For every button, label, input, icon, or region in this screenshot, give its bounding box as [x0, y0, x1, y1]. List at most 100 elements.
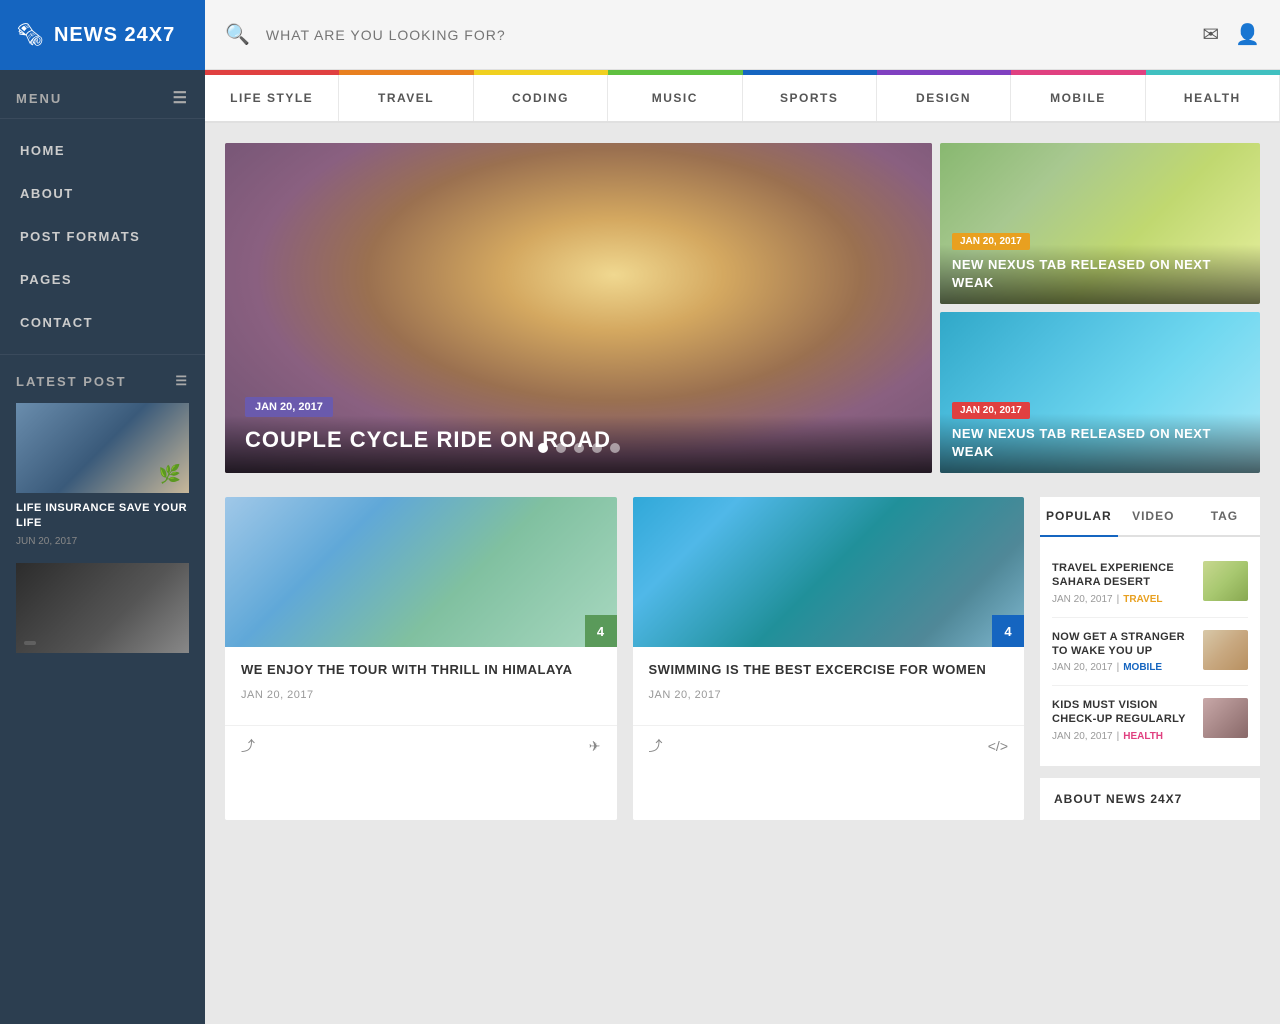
- widget-post-title-1: TRAVEL EXPERIENCE SAHARA DESERT: [1052, 561, 1193, 590]
- code-icon-2[interactable]: </>: [988, 738, 1008, 754]
- search-input[interactable]: [266, 27, 1186, 43]
- hero-overlay: JAN 20, 2017 COUPLE CYCLE RIDE ON ROAD: [225, 377, 932, 473]
- sidebar-post-title-1: LIFE INSURANCE SAVE YOUR LIFE: [16, 501, 189, 532]
- articles-list: 4 WE ENJOY THE TOUR WITH THRILL IN HIMAL…: [225, 497, 1024, 820]
- sidebar-post-item-2[interactable]: [16, 563, 189, 653]
- sidebar-header: 🗞 NEWS 24X7: [0, 0, 205, 70]
- mail-icon[interactable]: ✉: [1202, 22, 1219, 47]
- article-thumb-1: 4: [225, 497, 617, 647]
- separator-3: |: [1117, 731, 1120, 742]
- sidebar-item-pages[interactable]: PAGES: [0, 258, 205, 301]
- separator-1: |: [1117, 594, 1120, 605]
- hero-side-title-1: NEW NEXUS TAB RELEASED ON NEXT WEAK: [952, 256, 1248, 292]
- sidebar-item-about[interactable]: ABOUT: [0, 172, 205, 215]
- share-icon-1[interactable]: ⤴: [241, 736, 255, 756]
- hero-dot-3[interactable]: [574, 443, 584, 453]
- widget-post-tag-2: MOBILE: [1123, 662, 1162, 673]
- tab-lifestyle[interactable]: LIFE STYLE: [205, 75, 339, 121]
- article-footer-2: ⤴ </>: [633, 725, 1025, 766]
- tab-sports[interactable]: SPORTS: [743, 75, 877, 121]
- search-icon: 🔍: [225, 22, 250, 47]
- newspaper-icon: 🗞: [16, 22, 44, 48]
- widget-post-title-2: NOW GET A STRANGER TO WAKE YOU UP: [1052, 630, 1193, 659]
- sidebar-latest-section: LATEST POST ☰ 🌿 LIFE INSURANCE SAVE YOUR…: [0, 355, 205, 679]
- tab-health[interactable]: HEALTH: [1146, 75, 1280, 121]
- widget-thumb-img-3: [1203, 698, 1248, 738]
- bookmark-icon-1[interactable]: ✈: [589, 738, 601, 755]
- article-card-2: 4 SWIMMING IS THE BEST EXCERCISE FOR WOM…: [633, 497, 1025, 820]
- sidebar-post-thumb-2: [16, 563, 189, 653]
- hero-date-badge: JAN 20, 2017: [245, 397, 333, 417]
- hero-side-card-2[interactable]: JAN 20, 2017 NEW NEXUS TAB RELEASED ON N…: [940, 312, 1260, 473]
- share-icon-2[interactable]: ⤴: [649, 736, 663, 756]
- sidebar-post-date-1: JUN 20, 2017: [16, 536, 189, 547]
- widget-post-date-1: JAN 20, 2017: [1052, 594, 1113, 605]
- widget-post-2[interactable]: NOW GET A STRANGER TO WAKE YOU UP JAN 20…: [1052, 618, 1248, 687]
- widget-tab-video[interactable]: VIDEO: [1118, 497, 1189, 537]
- tab-travel[interactable]: TRAVEL: [339, 75, 473, 121]
- tab-music[interactable]: MUSIC: [608, 75, 742, 121]
- sidebar-post-item-1[interactable]: 🌿 LIFE INSURANCE SAVE YOUR LIFE JUN 20, …: [16, 403, 189, 547]
- widget-content: TRAVEL EXPERIENCE SAHARA DESERT JAN 20, …: [1040, 537, 1260, 766]
- hero-main-slide[interactable]: JAN 20, 2017 COUPLE CYCLE RIDE ON ROAD: [225, 143, 932, 473]
- hero-dot-5[interactable]: [610, 443, 620, 453]
- nav-tabs: LIFE STYLE TRAVEL CODING MUSIC SPORTS DE…: [205, 75, 1280, 123]
- content-area: JAN 20, 2017 COUPLE CYCLE RIDE ON ROAD J…: [205, 123, 1280, 1024]
- article-card-1: 4 WE ENJOY THE TOUR WITH THRILL IN HIMAL…: [225, 497, 617, 820]
- sidebar-item-post-formats[interactable]: POST FORMATS: [0, 215, 205, 258]
- article-title-1: WE ENJOY THE TOUR WITH THRILL IN HIMALAY…: [241, 661, 601, 679]
- user-icon[interactable]: 👤: [1235, 22, 1260, 47]
- hero-side-card-1-overlay: JAN 20, 2017 NEW NEXUS TAB RELEASED ON N…: [940, 219, 1260, 304]
- sidebar-menu-section: MENU ☰: [0, 70, 205, 119]
- header: 🔍 ✉ 👤: [205, 0, 1280, 70]
- tab-mobile[interactable]: MOBILE: [1011, 75, 1145, 121]
- widget-post-title-3: KIDS MUST VISION CHECK-UP REGULARLY: [1052, 698, 1193, 727]
- about-section: ABOUT NEWS 24X7: [1040, 778, 1260, 820]
- hero-dot-2[interactable]: [556, 443, 566, 453]
- tab-coding[interactable]: CODING: [474, 75, 608, 121]
- widget-tab-popular[interactable]: POPULAR: [1040, 497, 1118, 537]
- sidebar: 🗞 NEWS 24X7 MENU ☰ HOME ABOUT POST FORMA…: [0, 0, 205, 1024]
- hero-dots: [538, 443, 620, 453]
- widget-post-meta-1: JAN 20, 2017 | TRAVEL: [1052, 594, 1193, 605]
- sidebar-nav: HOME ABOUT POST FORMATS PAGES CONTACT: [0, 119, 205, 355]
- tab-design[interactable]: DESIGN: [877, 75, 1011, 121]
- sidebar-widget: POPULAR VIDEO TAG TRAVEL EXPERIENCE SAHA…: [1040, 497, 1260, 820]
- widget-thumb-img-2: [1203, 630, 1248, 670]
- widget-post-1[interactable]: TRAVEL EXPERIENCE SAHARA DESERT JAN 20, …: [1052, 549, 1248, 618]
- sidebar-item-home[interactable]: HOME: [0, 129, 205, 172]
- article-comment-count-1: 4: [585, 615, 617, 647]
- article-date-1: JAN 20, 2017: [241, 689, 601, 701]
- widget-tab-tag[interactable]: TAG: [1189, 497, 1260, 537]
- hero-side-card-1[interactable]: JAN 20, 2017 NEW NEXUS TAB RELEASED ON N…: [940, 143, 1260, 304]
- menu-text: MENU: [16, 91, 62, 106]
- widget-tabs: POPULAR VIDEO TAG: [1040, 497, 1260, 537]
- hero-dot-1[interactable]: [538, 443, 548, 453]
- widget-post-info-1: TRAVEL EXPERIENCE SAHARA DESERT JAN 20, …: [1052, 561, 1193, 605]
- brand-title: NEWS 24X7: [54, 24, 175, 47]
- articles-section: 4 WE ENJOY THE TOUR WITH THRILL IN HIMAL…: [225, 497, 1260, 820]
- code-icon: [24, 641, 36, 645]
- hero-section: JAN 20, 2017 COUPLE CYCLE RIDE ON ROAD J…: [225, 143, 1260, 473]
- sidebar-item-contact[interactable]: CONTACT: [0, 301, 205, 344]
- article-footer-1: ⤴ ✈: [225, 725, 617, 766]
- article-comment-count-2: 4: [992, 615, 1024, 647]
- article-thumb-2: 4: [633, 497, 1025, 647]
- widget-post-3[interactable]: KIDS MUST VISION CHECK-UP REGULARLY JAN …: [1052, 686, 1248, 754]
- article-date-2: JAN 20, 2017: [649, 689, 1009, 701]
- leaf-icon: 🌿: [159, 464, 181, 485]
- article-body-2: SWIMMING IS THE BEST EXCERCISE FOR WOMEN…: [633, 647, 1025, 725]
- hero-side: JAN 20, 2017 NEW NEXUS TAB RELEASED ON N…: [940, 143, 1260, 473]
- widget-post-tag-3: HEALTH: [1123, 731, 1163, 742]
- latest-menu-icon: ☰: [175, 373, 189, 389]
- separator-2: |: [1117, 662, 1120, 673]
- hero-side-title-2: NEW NEXUS TAB RELEASED ON NEXT WEAK: [952, 425, 1248, 461]
- widget-post-date-2: JAN 20, 2017: [1052, 662, 1113, 673]
- hero-dot-4[interactable]: [592, 443, 602, 453]
- article-title-2: SWIMMING IS THE BEST EXCERCISE FOR WOMEN: [649, 661, 1009, 679]
- article-body-1: WE ENJOY THE TOUR WITH THRILL IN HIMALAY…: [225, 647, 617, 725]
- hamburger-icon[interactable]: ☰: [173, 88, 189, 108]
- about-title: ABOUT NEWS 24X7: [1054, 792, 1246, 806]
- widget-post-meta-3: JAN 20, 2017 | HEALTH: [1052, 731, 1193, 742]
- latest-post-text: LATEST POST: [16, 374, 127, 389]
